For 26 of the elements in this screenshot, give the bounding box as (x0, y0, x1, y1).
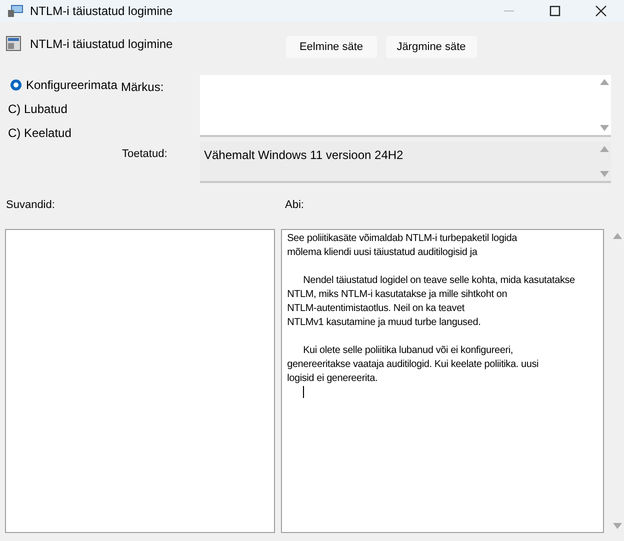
option-label[interactable]: C) Keelatud (8, 124, 72, 142)
scroll-down-icon[interactable] (600, 125, 608, 131)
option-label[interactable]: C) Lubatud (8, 100, 68, 118)
comment-field[interactable] (200, 75, 611, 137)
policy-title: NTLM-i täiustatud logimine (30, 36, 173, 53)
scroll-down-icon[interactable] (600, 171, 608, 177)
help-label: Abi: (285, 198, 304, 213)
policy-icon (6, 36, 21, 51)
scroll-up-icon[interactable] (600, 79, 608, 85)
radio-button[interactable] (10, 79, 22, 91)
scroll-up-icon[interactable] (600, 146, 608, 152)
window-title: NTLM-i täiustatud logimine (30, 3, 173, 20)
supported-label: Toetatud: (121, 147, 168, 162)
help-paragraph: Nendel täiustatud logidel on teave selle kohta, mida kasutatakse NTLM, miks NTLM-i kasutatakse ja mille sihtkoht on NTLM-autentimistaotlus. Neil on ka teavet NTLMv1 kasutamine ja muud turbe langused. (287, 274, 575, 330)
option-label[interactable]: Konfigureerimata (26, 76, 118, 94)
scroll-up-icon[interactable] (612, 233, 622, 239)
comment-label: Märkus: (121, 79, 165, 96)
supported-value: Vähemalt Windows 11 versioon 24H2 (203, 147, 404, 164)
nav-button[interactable]: Järgmine säte (386, 36, 477, 58)
scroll-down-icon[interactable] (612, 523, 622, 529)
text-cursor (303, 386, 304, 398)
options-label: Suvandid: (6, 198, 56, 213)
computer-icon (8, 4, 24, 18)
help-paragraph: See poliitikasäte võimaldab NTLM-i turbepaketil logida mõlema kliendi uusi täiustatud auditilogisid ja (287, 232, 517, 260)
help-paragraph: Kui olete selle poliitika lubanud või ei konfigureeri, genereeritakse vaataja auditilogid. Kui keelate poliitika. uusi logisid ei genereerita. (287, 344, 539, 386)
nav-button[interactable]: Eelmine säte (286, 36, 377, 58)
